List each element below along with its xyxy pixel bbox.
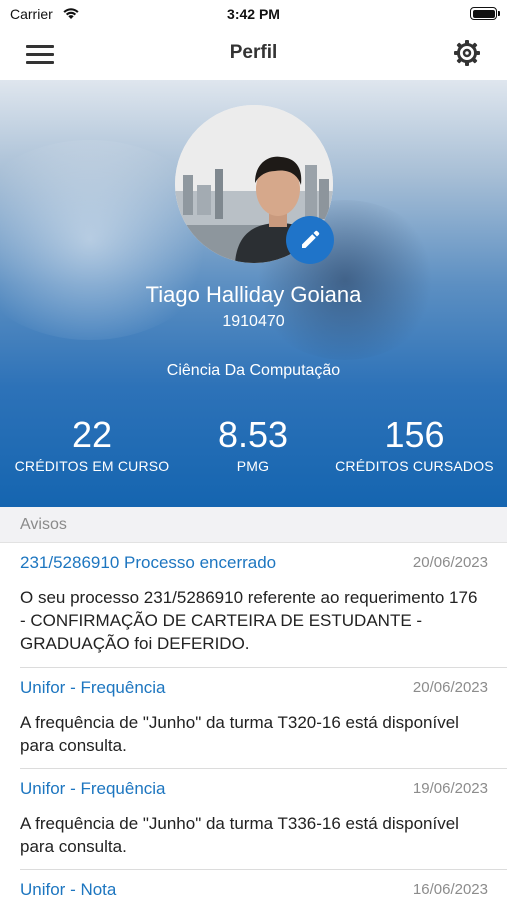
notice-title: 231/5286910 Processo encerrado bbox=[20, 553, 277, 572]
notice-title: Unifor - Nota bbox=[20, 880, 117, 899]
course-name: Ciência Da Computação bbox=[166, 362, 341, 379]
stat-label: PMG bbox=[236, 458, 270, 474]
notice-date: 20/06/2023 bbox=[412, 554, 488, 571]
pencil-icon bbox=[302, 230, 320, 248]
notice-title: Unifor - Frequência bbox=[20, 779, 166, 798]
notice-body: A frequência de "Junho" da turma T320-16… bbox=[20, 713, 459, 755]
notice-item[interactable]: Unifor - Frequência 20/06/2023 A frequên… bbox=[0, 668, 507, 769]
page-title: Perfil bbox=[229, 42, 278, 63]
notice-item[interactable]: Unifor - Nota 16/06/2023 bbox=[0, 870, 507, 900]
student-id: 1910470 bbox=[222, 313, 285, 330]
stat-creditos-cursados: 156 CRÉDITOS CURSADOS bbox=[322, 414, 507, 475]
notice-body: A frequência de "Junho" da turma T336-16… bbox=[20, 814, 459, 856]
clock: 3:42 PM bbox=[227, 6, 280, 22]
edit-photo-button[interactable] bbox=[286, 216, 334, 264]
notice-body: O seu processo 231/5286910 referente ao … bbox=[20, 588, 478, 653]
stat-value: 22 bbox=[71, 414, 113, 455]
stat-pmg: 8.53 PMG bbox=[184, 414, 322, 475]
profile-header: Tiago Halliday Goiana 1910470 Ciência Da… bbox=[0, 80, 507, 507]
section-title: Avisos bbox=[20, 516, 67, 533]
stat-value: 8.53 bbox=[217, 414, 289, 455]
notice-item[interactable]: 231/5286910 Processo encerrado 20/06/202… bbox=[0, 543, 507, 668]
status-bar: Carrier 3:42 PM bbox=[0, 0, 507, 28]
avisos-section-header: Avisos bbox=[0, 507, 507, 543]
gear-icon[interactable] bbox=[453, 39, 481, 67]
notice-date: 19/06/2023 bbox=[412, 780, 488, 797]
notice-item[interactable]: Unifor - Frequência 19/06/2023 A frequên… bbox=[0, 769, 507, 870]
stat-creditos-em-curso: 22 CRÉDITOS EM CURSO bbox=[0, 414, 184, 475]
battery-icon bbox=[470, 7, 500, 20]
notice-title: Unifor - Frequência bbox=[20, 678, 166, 697]
student-name: Tiago Halliday Goiana bbox=[145, 282, 362, 307]
notice-date: 20/06/2023 bbox=[412, 679, 488, 696]
notice-date: 16/06/2023 bbox=[412, 881, 488, 898]
stat-value: 156 bbox=[384, 414, 445, 455]
stat-label: CRÉDITOS EM CURSO bbox=[14, 458, 170, 474]
stat-label: CRÉDITOS CURSADOS bbox=[335, 458, 494, 474]
nav-bar: Perfil bbox=[0, 28, 507, 80]
